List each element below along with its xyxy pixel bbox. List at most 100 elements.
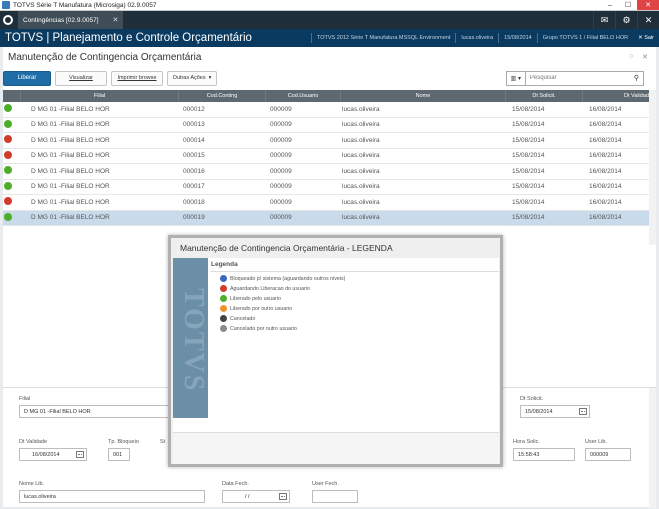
table-row[interactable]: D MG 01 -Filial BELO HOR 000018 000009 luca… bbox=[3, 195, 656, 211]
nome-lib-field[interactable]: lucas.oliveira bbox=[19, 490, 205, 503]
cod-conting-cell: 000016 bbox=[183, 167, 205, 175]
status-green-icon[interactable] bbox=[4, 119, 12, 128]
legend-item: Cancelado bbox=[219, 315, 255, 322]
page-header: Manutenção de Contingencia Orçamentária … bbox=[3, 47, 656, 67]
exit-link[interactable]: ✕ Sair bbox=[633, 33, 659, 43]
search-filter-toggle[interactable]: ▥ ▾ bbox=[505, 70, 526, 86]
data-fech-label: Data Fech. bbox=[222, 481, 249, 487]
status-red-icon[interactable] bbox=[4, 135, 12, 144]
dt-validade-cell: 16/08/2014 bbox=[589, 183, 622, 191]
status-green-icon[interactable] bbox=[4, 212, 12, 221]
tab-close-icon[interactable]: ✕ bbox=[113, 16, 119, 24]
cod-conting-cell: 000012 bbox=[183, 105, 205, 113]
visualizar-button[interactable]: Visualizar bbox=[55, 70, 107, 86]
dt-validade-label: Dt Validade bbox=[19, 439, 48, 445]
table-row[interactable]: D MG 01 -Filial BELO HOR 000017 000009 luca… bbox=[3, 179, 656, 195]
outras-acoes-button[interactable]: Outras Ações ▾ bbox=[167, 70, 217, 86]
status-red-icon[interactable] bbox=[4, 150, 12, 159]
column-header-filial[interactable]: Filial bbox=[21, 90, 179, 102]
data-fech-field[interactable]: / / bbox=[222, 490, 290, 503]
dt-solicit-field[interactable]: 15/08/2014 bbox=[520, 405, 590, 418]
tp-bloqueio-field[interactable]: 001 bbox=[108, 448, 130, 461]
tab-contingencias[interactable]: Contingências [02.9.0057] ✕ bbox=[18, 11, 124, 29]
grid-header: Filial Cod.Conting Cod.Usuario Nome Dt S… bbox=[3, 90, 656, 102]
liberar-button[interactable]: Liberar bbox=[3, 70, 51, 86]
filial-cell: D MG 01 -Filial BELO HOR bbox=[31, 214, 110, 222]
chevron-down-icon: ▾ bbox=[208, 75, 212, 81]
search-icon[interactable]: ⚲ bbox=[634, 74, 639, 82]
table-row[interactable]: D MG 01 -Filial BELO HOR 000014 000009 luca… bbox=[3, 133, 656, 149]
dt-solicit-cell: 15/08/2014 bbox=[512, 136, 545, 144]
filial-field[interactable]: D MG 01 -Filial BELO HOR bbox=[19, 405, 169, 418]
column-header-nome[interactable]: Nome bbox=[341, 90, 506, 102]
calendar-icon[interactable] bbox=[579, 408, 587, 415]
environment-label: TOTVS 2012 Série T Manufatura MSSQL Envi… bbox=[310, 33, 455, 43]
gear-icon[interactable]: ⚙ bbox=[615, 11, 637, 29]
minimize-icon[interactable]: – bbox=[601, 0, 619, 10]
nome-cell: lucas.oliveira bbox=[342, 121, 380, 129]
status-green-icon[interactable] bbox=[4, 104, 12, 113]
cod-conting-cell: 000013 bbox=[183, 121, 205, 129]
status-green-icon[interactable] bbox=[4, 166, 12, 175]
dt-validade-field[interactable]: 16/08/2014 bbox=[19, 448, 87, 461]
nome-cell: lucas.oliveira bbox=[342, 198, 380, 206]
dt-solicit-value: 15/08/2014 bbox=[525, 408, 553, 415]
exit-label: Sair bbox=[644, 35, 654, 41]
page-close-icon[interactable]: ✕ bbox=[642, 53, 648, 61]
status-blue-icon bbox=[220, 275, 227, 282]
status-red-icon[interactable] bbox=[4, 197, 12, 206]
legend-dialog-title: Manutenção de Contingencia Orçamentária … bbox=[180, 243, 393, 253]
columns-icon: ▥ ▾ bbox=[510, 75, 522, 82]
close-icon[interactable]: ✕ bbox=[637, 11, 659, 29]
window-close-icon[interactable]: ✕ bbox=[637, 0, 659, 10]
filial-cell: D MG 01 -Filial BELO HOR bbox=[31, 183, 110, 191]
column-header-dt-validade[interactable]: Dt Validade bbox=[583, 90, 656, 102]
calendar-icon[interactable] bbox=[279, 493, 287, 500]
nome-cell: lucas.oliveira bbox=[342, 214, 380, 222]
filial-label: Filial bbox=[19, 396, 31, 402]
status-gray-icon bbox=[220, 325, 227, 332]
column-header-cod-usuario[interactable]: Cod.Usuario bbox=[266, 90, 341, 102]
table-row[interactable]: D MG 01 -Filial BELO HOR 000016 000009 luca… bbox=[3, 164, 656, 180]
table-row[interactable]: D MG 01 -Filial BELO HOR 000015 000009 luca… bbox=[3, 148, 656, 164]
imprimir-browse-button[interactable]: Imprimir browse bbox=[111, 70, 163, 86]
calendar-icon[interactable] bbox=[76, 451, 84, 458]
search-input[interactable] bbox=[525, 70, 644, 86]
status-column-header[interactable] bbox=[3, 90, 21, 102]
status-cell bbox=[3, 181, 21, 192]
page-title: Manutenção de Contingencia Orçamentária bbox=[8, 51, 202, 63]
grid-body: D MG 01 -Filial BELO HOR 000012 000009 luca… bbox=[3, 102, 656, 226]
table-row[interactable]: D MG 01 -Filial BELO HOR 000019 000009 luca… bbox=[3, 210, 656, 226]
window-controls: – ☐ ✕ bbox=[601, 0, 659, 10]
legend-item-label: Bloqueado p/ sistema (aguardando outros … bbox=[230, 275, 346, 282]
table-row[interactable]: D MG 01 -Filial BELO HOR 000013 000009 luca… bbox=[3, 117, 656, 133]
grid-scrollbar[interactable] bbox=[649, 90, 656, 245]
app-title: TOTVS | Planejamento e Controle Orçament… bbox=[5, 32, 252, 44]
mail-icon[interactable]: ✉ bbox=[593, 11, 615, 29]
date-label: 15/08/2014 bbox=[498, 33, 537, 43]
status-cell bbox=[3, 166, 21, 176]
user-fech-field[interactable] bbox=[312, 490, 358, 503]
legend-heading: Legenda bbox=[211, 261, 238, 268]
cod-usuario-cell: 000009 bbox=[270, 121, 292, 129]
status-green-icon[interactable] bbox=[4, 181, 12, 190]
legend-dialog: Manutenção de Contingencia Orçamentária … bbox=[168, 235, 503, 467]
user-lib-field[interactable]: 000009 bbox=[585, 448, 631, 461]
table-row[interactable]: D MG 01 -Filial BELO HOR 000012 000009 luca… bbox=[3, 102, 656, 118]
column-header-dt-solicit[interactable]: Dt Solicit. bbox=[506, 90, 583, 102]
dt-validade-cell: 16/08/2014 bbox=[589, 121, 622, 129]
cod-usuario-cell: 000009 bbox=[270, 167, 292, 175]
hora-solic-field[interactable]: 15:58:43 bbox=[513, 448, 575, 461]
help-icon[interactable]: ○ bbox=[629, 53, 633, 61]
detail-scrollbar[interactable] bbox=[649, 388, 656, 508]
totvs-logo-icon[interactable] bbox=[0, 11, 16, 29]
cod-usuario-cell: 000009 bbox=[270, 152, 292, 160]
tp-bloqueio-label: Tp. Bloqueio bbox=[108, 439, 139, 445]
legend-item-label: Cancelado por outro usuario bbox=[230, 325, 297, 332]
nome-cell: lucas.oliveira bbox=[342, 183, 380, 191]
maximize-icon[interactable]: ☐ bbox=[619, 0, 637, 10]
column-header-cod-conting[interactable]: Cod.Conting bbox=[179, 90, 266, 102]
hora-solic-label: Hora Solic. bbox=[513, 439, 540, 445]
legend-item-label: Aguardando Liberacao do usuario bbox=[230, 285, 310, 292]
dt-validade-cell: 16/08/2014 bbox=[589, 198, 622, 206]
